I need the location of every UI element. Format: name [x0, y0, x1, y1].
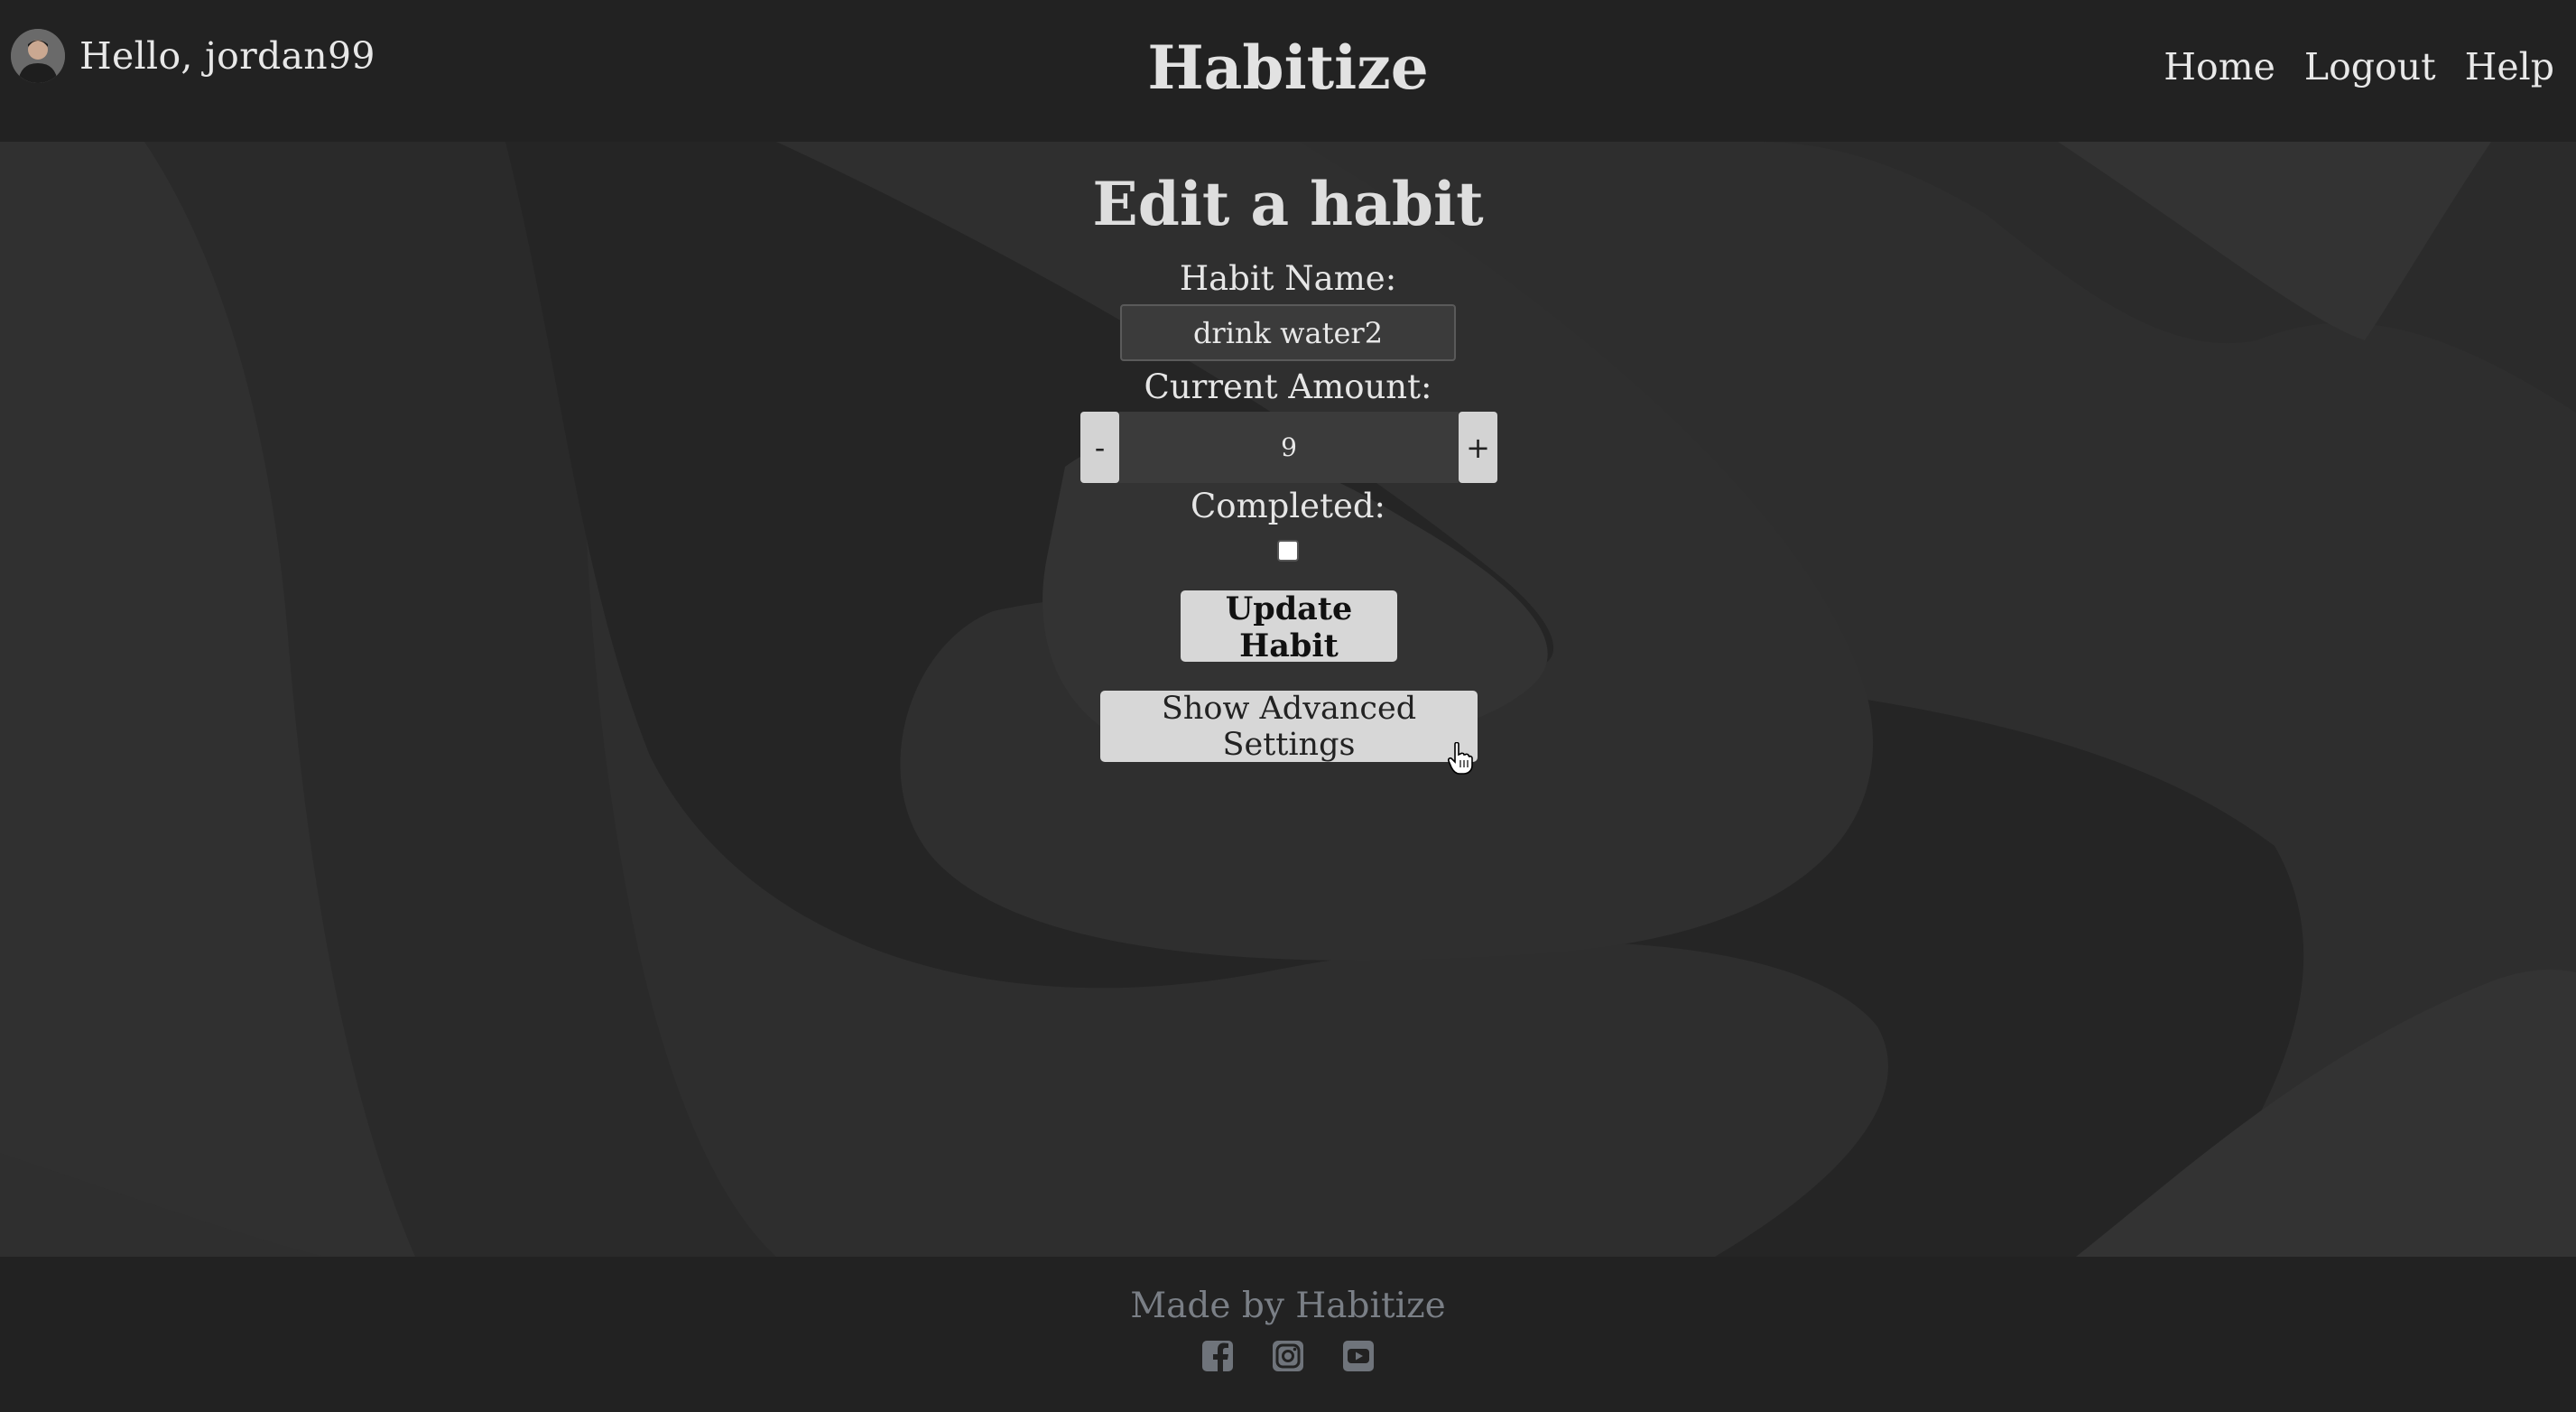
made-by-text: Made by Habitize [1130, 1286, 1446, 1326]
amount-stepper: - + [1080, 412, 1497, 483]
habit-name-input[interactable] [1120, 304, 1456, 361]
show-advanced-settings-button[interactable]: Show Advanced Settings [1100, 691, 1478, 763]
nav-help-link[interactable]: Help [2465, 45, 2554, 88]
nav-logout-link[interactable]: Logout [2304, 45, 2436, 88]
nav-links: Home Logout Help [2164, 45, 2554, 88]
footer: Made by Habitize [0, 1257, 2576, 1412]
user-greeting: Hello, jordan99 [11, 29, 375, 83]
top-navbar: Hello, jordan99 Habitize Home Logout Hel… [0, 0, 2576, 142]
hand-cursor-icon [1448, 742, 1473, 775]
facebook-icon[interactable] [1201, 1340, 1234, 1372]
brand-title-text[interactable]: Habitize [1147, 33, 1428, 103]
completed-checkbox[interactable] [1277, 540, 1299, 562]
increment-button[interactable]: + [1459, 412, 1497, 483]
nav-home-link[interactable]: Home [2164, 45, 2275, 88]
youtube-icon[interactable] [1342, 1340, 1375, 1372]
habit-name-label: Habit Name: [1179, 259, 1397, 298]
social-links [0, 1340, 2576, 1372]
amount-input[interactable] [1119, 412, 1459, 483]
page-title: Edit a habit [1092, 169, 1484, 239]
greeting-text: Hello, jordan99 [79, 34, 375, 78]
update-habit-button[interactable]: Update Habit [1181, 590, 1397, 664]
completed-label: Completed: [1190, 487, 1385, 525]
decrement-button[interactable]: - [1080, 412, 1119, 483]
avatar [11, 29, 65, 83]
current-amount-label: Current Amount: [1144, 367, 1432, 406]
instagram-icon[interactable] [1272, 1340, 1304, 1372]
